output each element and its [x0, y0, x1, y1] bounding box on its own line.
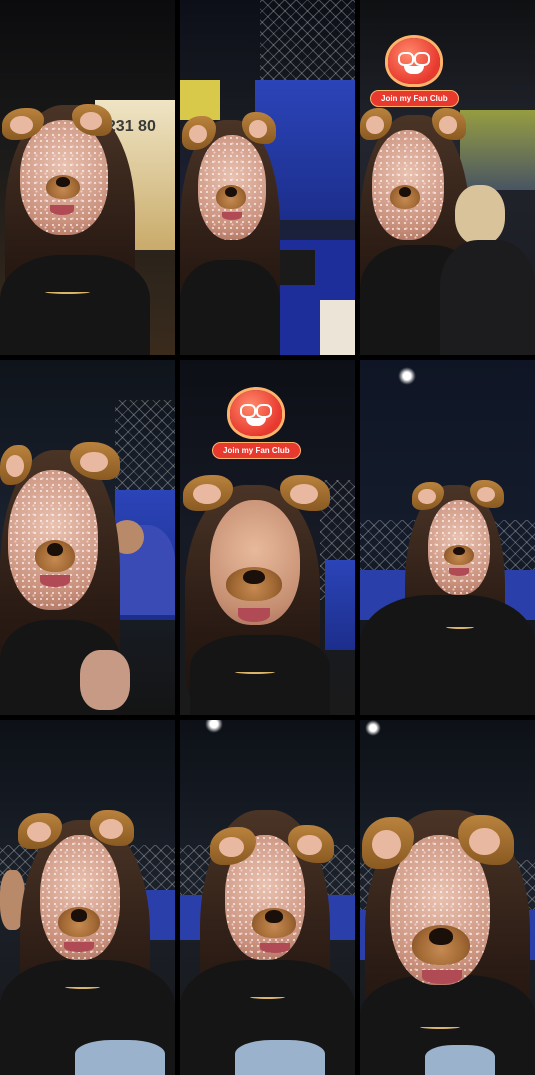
dog-nose	[412, 925, 470, 965]
dog-nose	[252, 908, 296, 938]
mouth	[260, 943, 290, 953]
dog-nose	[444, 545, 474, 565]
dog-nose	[226, 567, 282, 601]
join-fan-club-button[interactable]: Join my Fan Club	[212, 442, 301, 459]
heart-mascot-icon	[388, 38, 441, 84]
dog-nose	[216, 185, 246, 209]
grid-divider-vertical	[175, 0, 180, 1075]
photo-tile-2[interactable]	[180, 0, 355, 355]
mouth	[64, 942, 94, 952]
photo-tile-4[interactable]	[0, 360, 175, 715]
dog-nose	[35, 540, 75, 572]
mouth	[222, 212, 242, 220]
stadium-light	[398, 367, 416, 385]
dog-nose	[390, 185, 420, 209]
person	[180, 485, 355, 715]
mouth	[40, 575, 70, 587]
join-fan-club-button[interactable]: Join my Fan Club	[370, 90, 459, 107]
fan-club-badge[interactable]: Join my Fan Club	[370, 38, 459, 107]
mouth	[422, 970, 462, 984]
grid-divider-horizontal	[0, 715, 535, 720]
dog-nose	[46, 175, 80, 199]
photo-tile-3[interactable]: Join my Fan Club	[360, 0, 535, 355]
grid-divider-vertical	[355, 0, 360, 1075]
photo-grid: 0231 80 Join my Fan Club Join my Fan Clu…	[0, 0, 535, 1075]
photo-tile-9[interactable]	[360, 720, 535, 1075]
photo-tile-8[interactable]	[180, 720, 355, 1075]
fan-club-badge[interactable]: Join my Fan Club	[212, 390, 301, 459]
mouth	[238, 608, 270, 622]
grid-divider-horizontal	[0, 355, 535, 360]
photo-tile-7[interactable]	[0, 720, 175, 1075]
photo-tile-1[interactable]: 0231 80	[0, 0, 175, 355]
person	[360, 485, 535, 715]
stadium-light	[365, 720, 381, 736]
mouth	[449, 568, 469, 576]
photo-tile-6[interactable]	[360, 360, 535, 715]
photo-tile-5[interactable]: Join my Fan Club	[180, 360, 355, 715]
dog-nose	[58, 907, 100, 937]
heart-mascot-icon	[230, 390, 283, 436]
mouth	[50, 205, 74, 215]
